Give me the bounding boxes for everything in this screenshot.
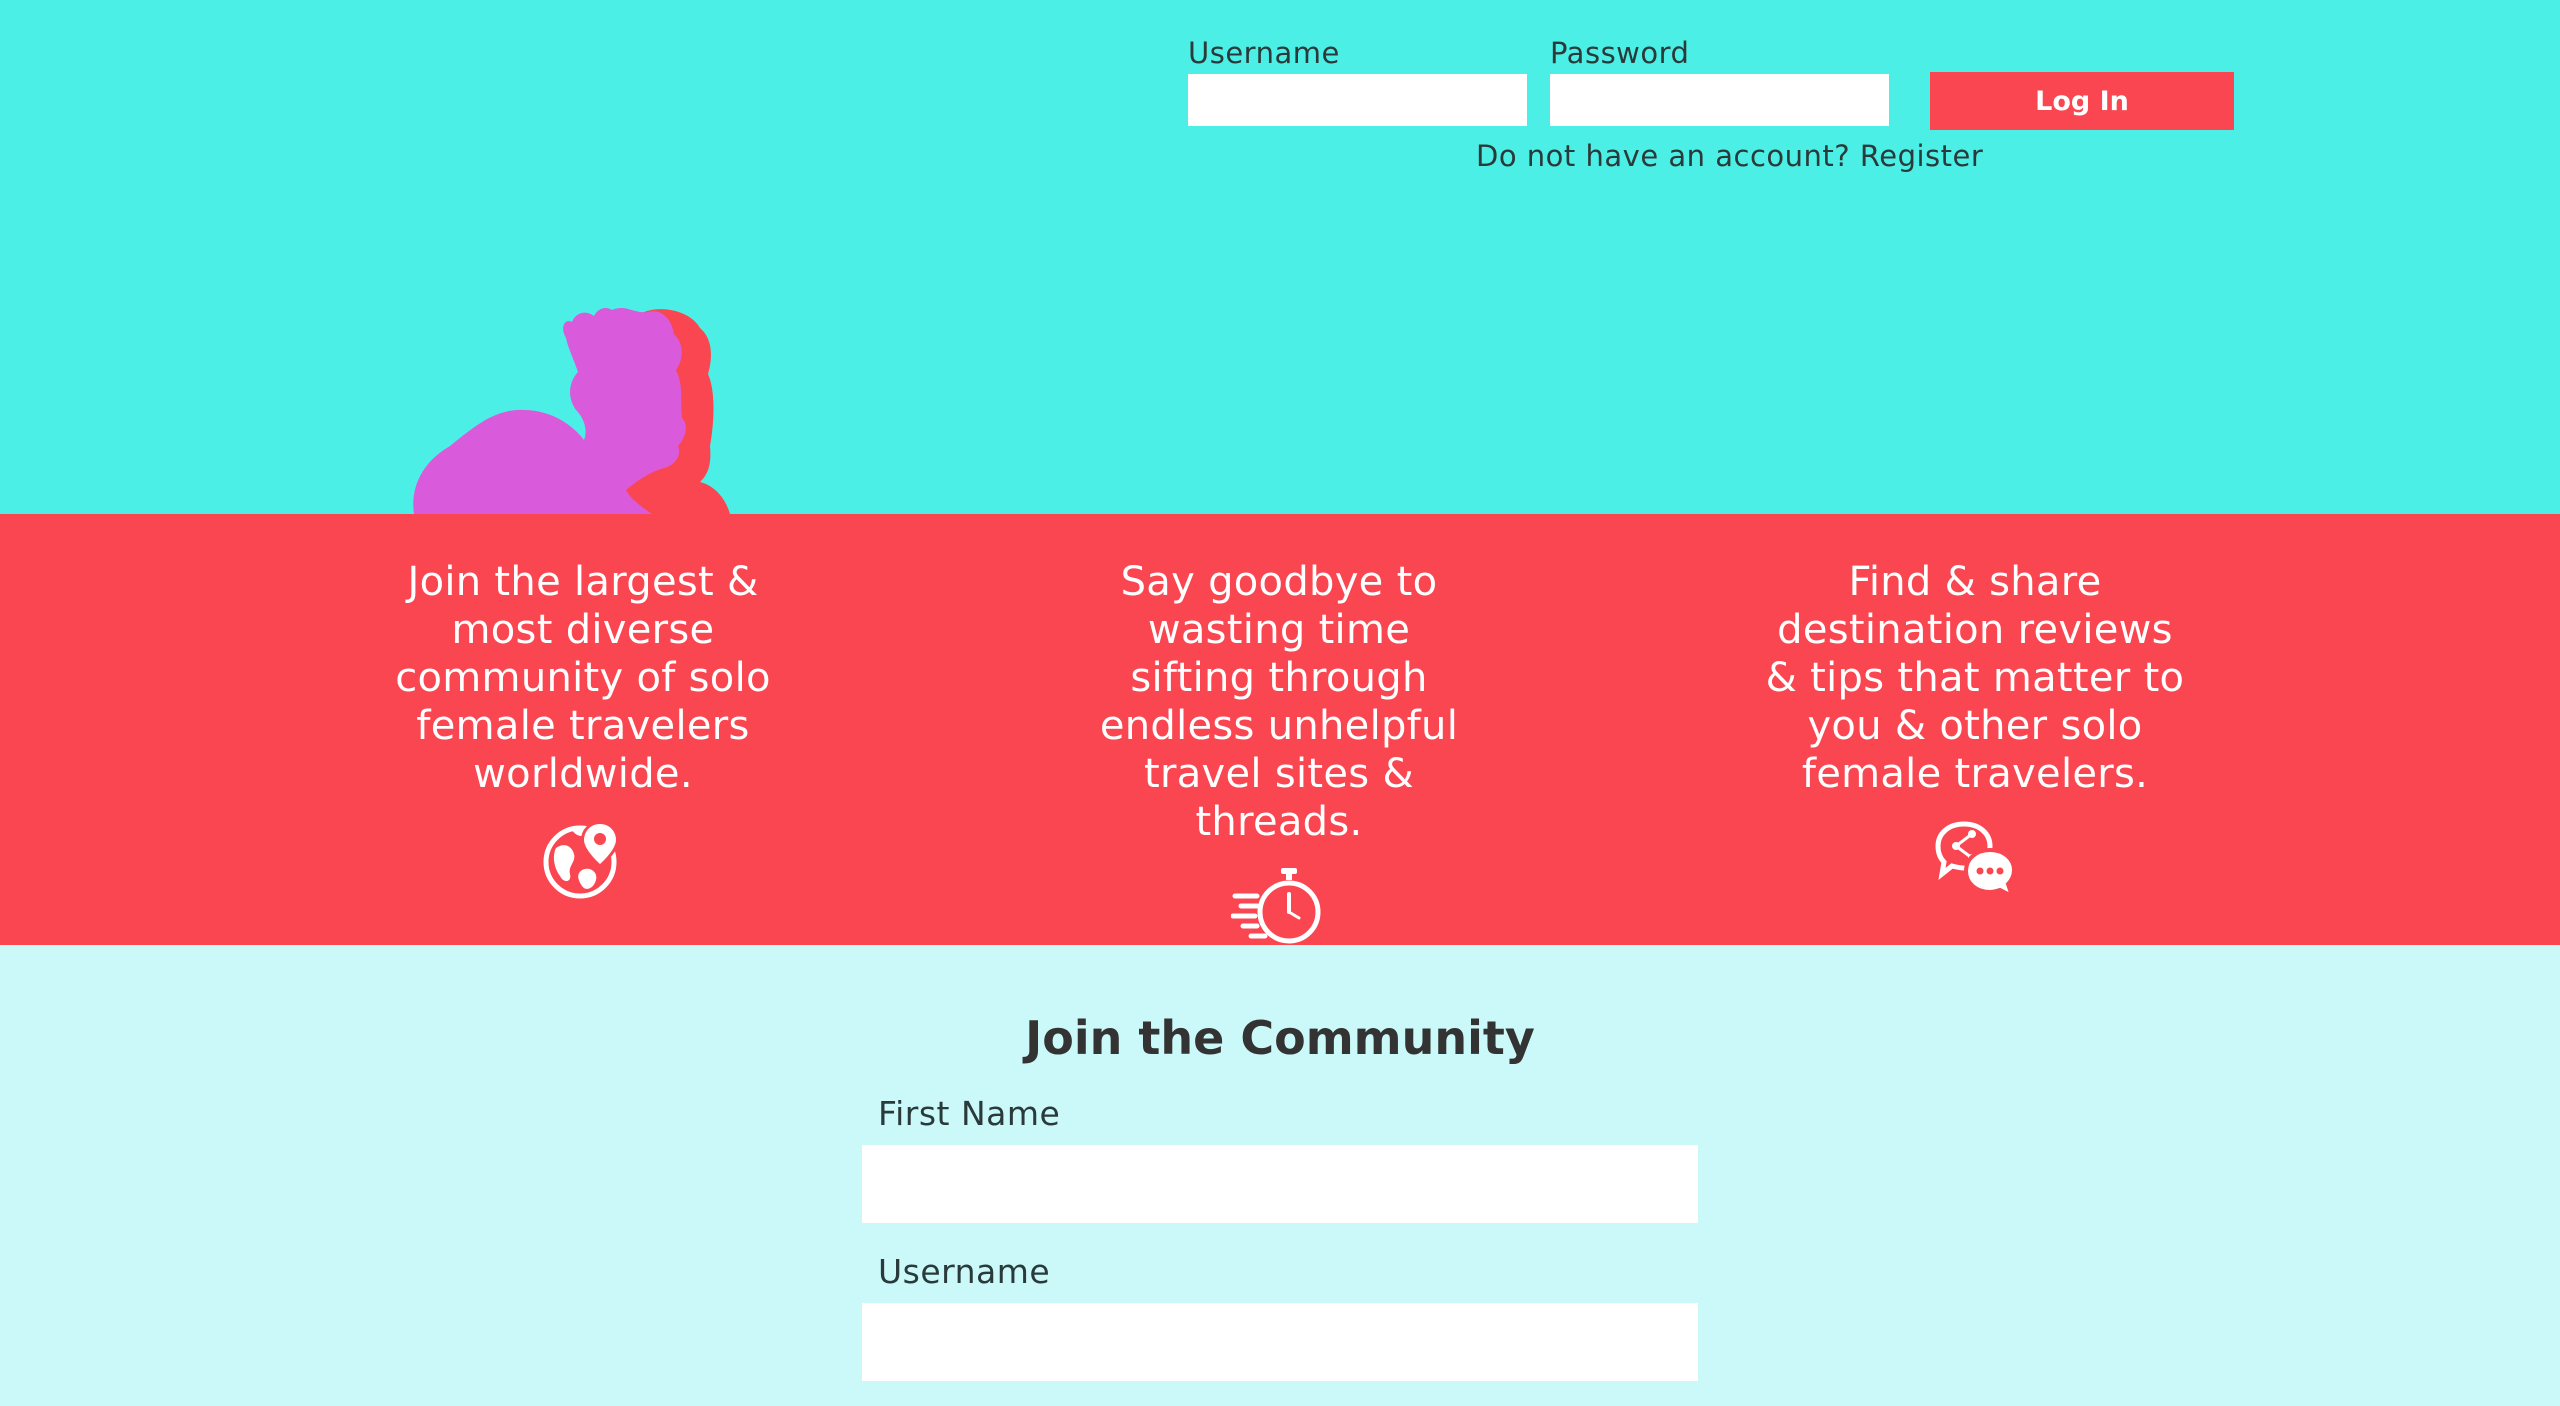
feature-community: Join the largest & most diverse communit… — [323, 558, 843, 900]
join-username-input[interactable] — [862, 1303, 1698, 1381]
features-section: Join the largest & most diverse communit… — [0, 514, 2560, 945]
feature-reviews: Find & share destination reviews & tips … — [1715, 558, 2235, 900]
register-link[interactable]: Register — [1860, 139, 1983, 173]
globe-pin-icon — [543, 820, 620, 899]
first-name-input[interactable] — [862, 1145, 1698, 1223]
stopwatch-icon — [1231, 868, 1321, 944]
feature-text: Join the largest & most diverse communit… — [395, 559, 771, 797]
join-title: Join the Community — [1025, 1011, 1535, 1065]
feature-text: Say goodbye to wasting time sifting thro… — [1099, 559, 1459, 845]
join-username-label: Username — [878, 1252, 1051, 1291]
feature-text: Find & share destination reviews & tips … — [1765, 559, 2185, 797]
join-section: Join the Community First Name Username — [0, 945, 2560, 1406]
hero-section: Username Password Log In Do not have an … — [0, 0, 2560, 514]
login-button[interactable]: Log In — [1930, 72, 2234, 130]
chat-share-icon — [1935, 821, 2016, 900]
login-username-input[interactable] — [1188, 74, 1527, 126]
traveler-silhouette-image — [413, 308, 730, 514]
first-name-label: First Name — [878, 1094, 1061, 1133]
login-password-label: Password — [1550, 36, 1690, 70]
register-prompt: Do not have an account? Register — [1476, 139, 1983, 173]
register-prompt-text: Do not have an account? — [1476, 139, 1860, 173]
login-username-label: Username — [1188, 36, 1340, 70]
login-password-input[interactable] — [1550, 74, 1889, 126]
feature-save-time: Say goodbye to wasting time sifting thro… — [1019, 558, 1539, 948]
